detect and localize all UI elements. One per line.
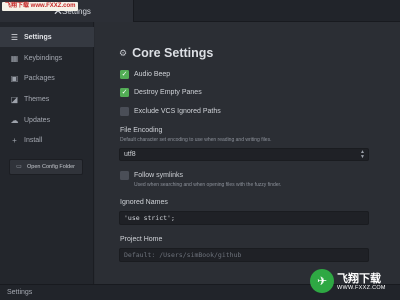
sidebar-item-label: Updates <box>24 116 51 124</box>
file-encoding-value: utf8 <box>124 151 136 158</box>
watermark: 飞翔下载 www.FXXZ.com <box>2 2 79 11</box>
open-config-folder-button[interactable]: ▭ Open Config Folder <box>9 159 83 175</box>
chevron-updown-icon: ▲ ▼ <box>360 149 365 160</box>
project-home-input[interactable]: Default: /Users/simBook/github <box>119 248 369 262</box>
sidebar-item-updates[interactable]: ☁ Updates <box>0 110 94 130</box>
sidebar-item-label: Packages <box>24 74 55 82</box>
audio-beep-label: Audio Beep <box>134 71 171 78</box>
settings-panel: ⚙ Core Settings ✓ Audio Beep ✓ Destroy E… <box>95 22 400 284</box>
plus-icon: + <box>12 135 17 145</box>
logo-url: WWW.FXXZ.COM <box>337 285 386 291</box>
audio-beep-option[interactable]: ✓ Audio Beep <box>120 70 170 79</box>
keyboard-icon: ▦ <box>10 53 19 63</box>
package-icon: ▣ <box>10 73 19 83</box>
open-config-label: Open Config Folder <box>27 164 75 170</box>
settings-window: ✕ Settings 飞翔下载 www.FXXZ.com ☰ Settings … <box>0 0 400 300</box>
paintcan-icon: ◪ <box>10 94 19 104</box>
sidebar-item-label: Themes <box>24 95 50 103</box>
file-encoding-label: File Encoding <box>120 127 163 134</box>
folder-icon: ▭ <box>16 163 22 170</box>
destroy-empty-panes-option[interactable]: ✓ Destroy Empty Panes <box>120 88 202 97</box>
destroy-empty-panes-checkbox[interactable]: ✓ <box>120 88 129 97</box>
exclude-vcs-checkbox[interactable] <box>120 107 129 116</box>
gear-icon: ⚙ <box>119 47 128 58</box>
exclude-vcs-label: Exclude VCS Ignored Paths <box>134 108 221 115</box>
site-logo: ✈ 飞翔下载 WWW.FXXZ.COM <box>310 268 398 298</box>
sliders-icon: ☰ <box>10 32 19 42</box>
follow-symlinks-checkbox[interactable] <box>120 171 129 180</box>
follow-symlinks-label: Follow symlinks <box>134 172 184 179</box>
sidebar: ☰ Settings ▦ Keybindings ▣ Packages ◪ Th… <box>0 22 94 284</box>
sidebar-item-label: Settings <box>24 33 52 41</box>
section-title: Core Settings <box>132 46 214 60</box>
sidebar-item-settings[interactable]: ☰ Settings <box>0 27 94 47</box>
destroy-empty-panes-label: Destroy Empty Panes <box>134 89 202 96</box>
sidebar-item-install[interactable]: + Install <box>0 130 94 150</box>
project-home-label: Project Home <box>120 236 163 243</box>
logo-mark-icon: ✈ <box>310 269 334 293</box>
ignored-names-label: Ignored Names <box>120 199 168 206</box>
exclude-vcs-option[interactable]: Exclude VCS Ignored Paths <box>120 107 221 116</box>
sidebar-item-label: Install <box>24 136 43 144</box>
sidebar-item-keybindings[interactable]: ▦ Keybindings <box>0 48 94 68</box>
logo-title: 飞翔下载 <box>337 273 381 285</box>
follow-symlinks-option[interactable]: Follow symlinks <box>120 171 183 180</box>
file-encoding-select[interactable]: utf8 ▲ ▼ <box>119 148 369 161</box>
section-header: ⚙ Core Settings <box>119 46 213 60</box>
ignored-names-input[interactable]: 'use strict'; <box>119 211 369 225</box>
sidebar-item-packages[interactable]: ▣ Packages <box>0 68 94 88</box>
follow-symlinks-description: Used when searching and when opening fil… <box>134 182 282 188</box>
file-encoding-description: Default character set encoding to use wh… <box>120 137 272 143</box>
cloud-download-icon: ☁ <box>10 115 19 125</box>
sidebar-item-themes[interactable]: ◪ Themes <box>0 89 94 109</box>
sidebar-item-label: Keybindings <box>24 54 63 62</box>
status-text: Settings <box>7 289 33 296</box>
tab-bar: ✕ Settings 飞翔下载 www.FXXZ.com <box>0 0 400 22</box>
audio-beep-checkbox[interactable]: ✓ <box>120 70 129 79</box>
